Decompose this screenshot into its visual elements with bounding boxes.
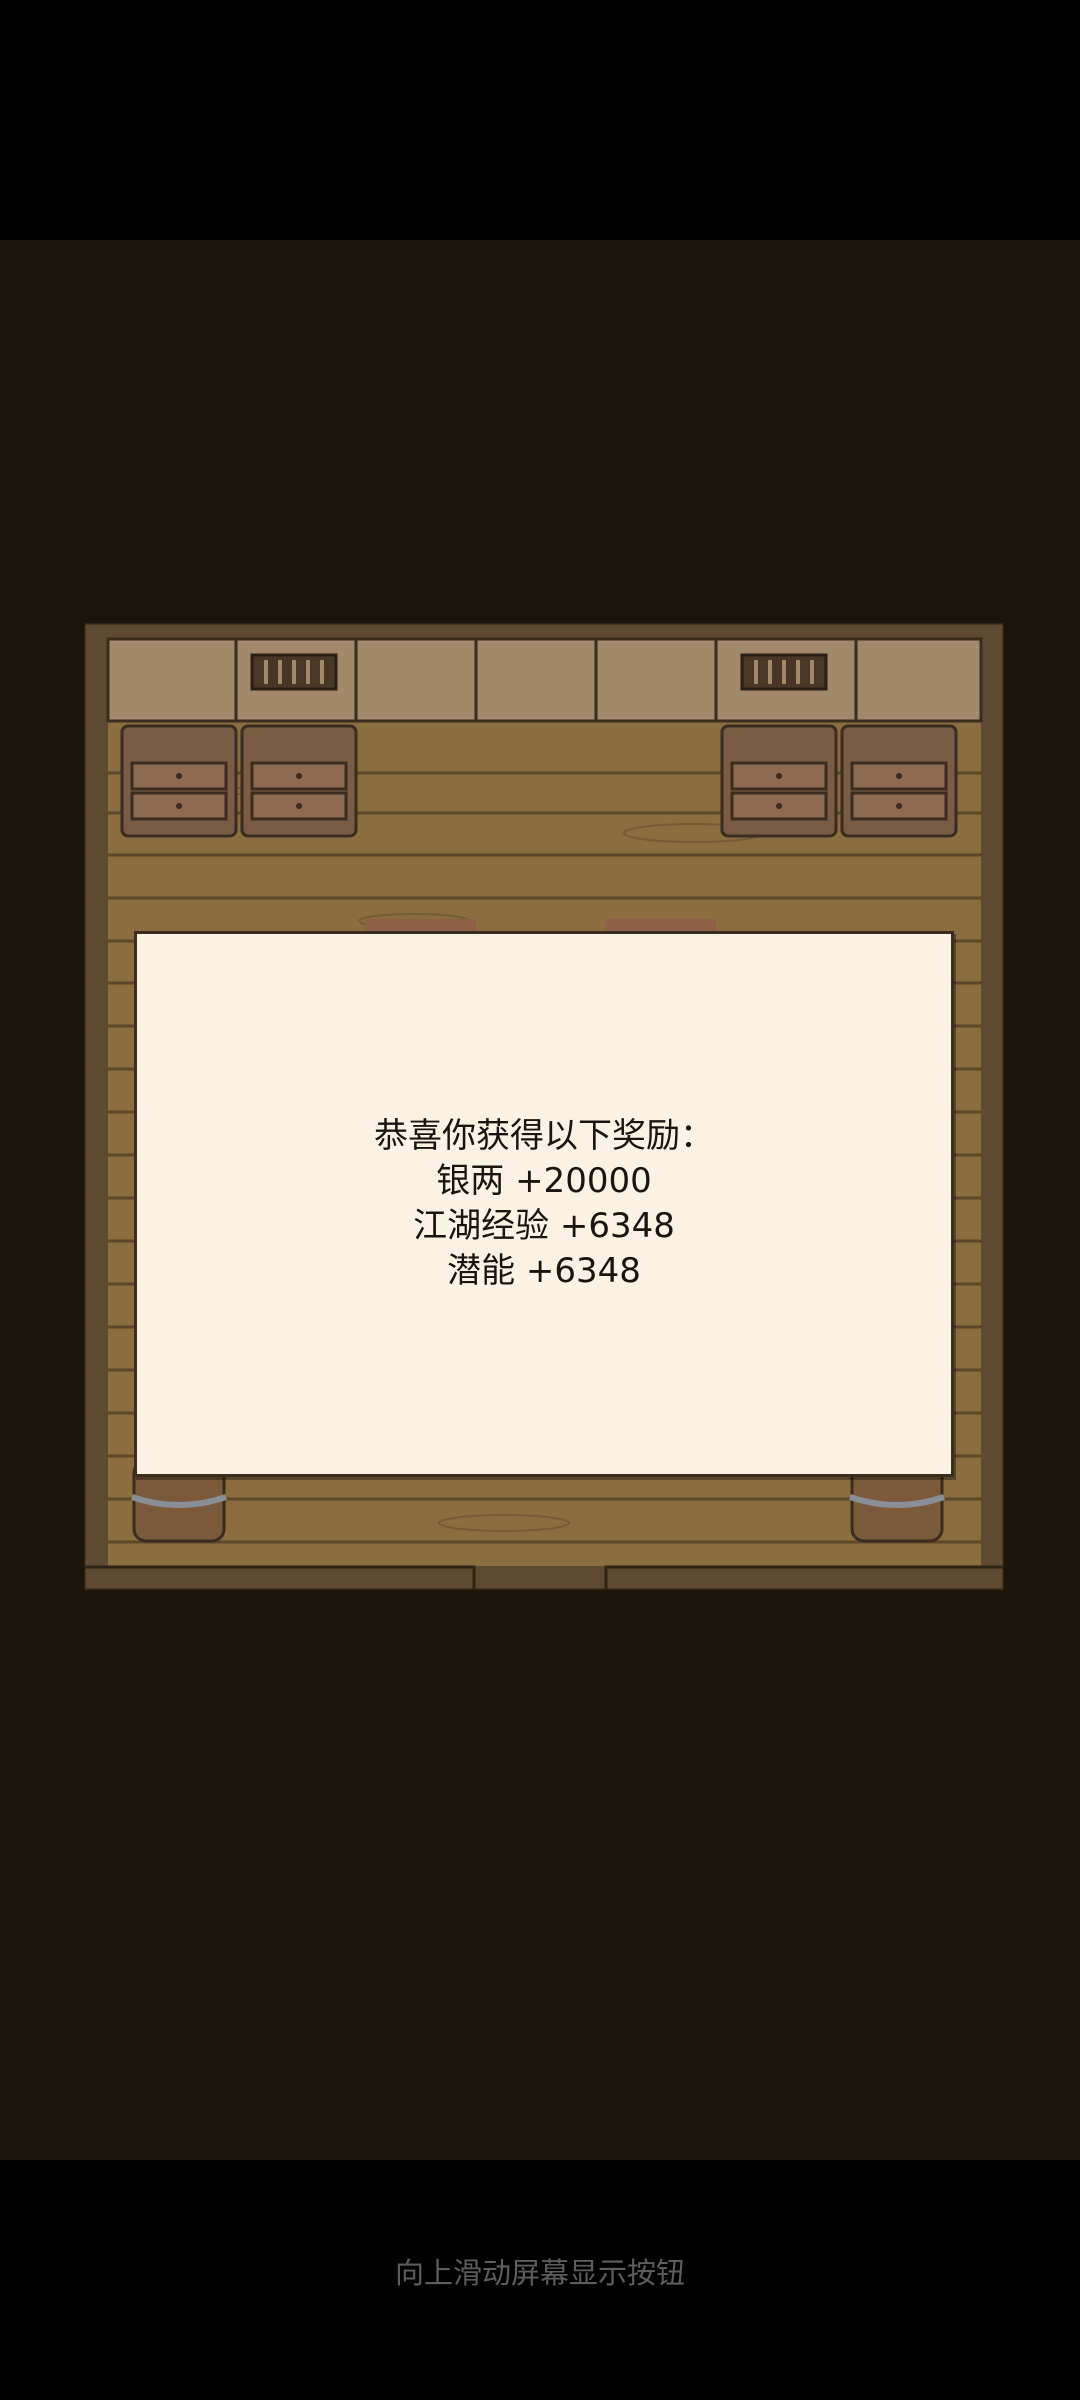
reward-silver: 银两 +20000 [436, 1161, 652, 1201]
reward-title: 恭喜你获得以下奖励： [374, 1116, 714, 1156]
reward-experience: 江湖经验 +6348 [413, 1206, 675, 1246]
reward-dialog[interactable]: 恭喜你获得以下奖励： 银两 +20000 江湖经验 +6348 潜能 +6348 [134, 931, 954, 1477]
status-bar-area [0, 0, 1080, 240]
reward-potential: 潜能 +6348 [447, 1251, 641, 1291]
swipe-up-hint[interactable]: 向上滑动屏幕显示按钮 [0, 2250, 1080, 2292]
